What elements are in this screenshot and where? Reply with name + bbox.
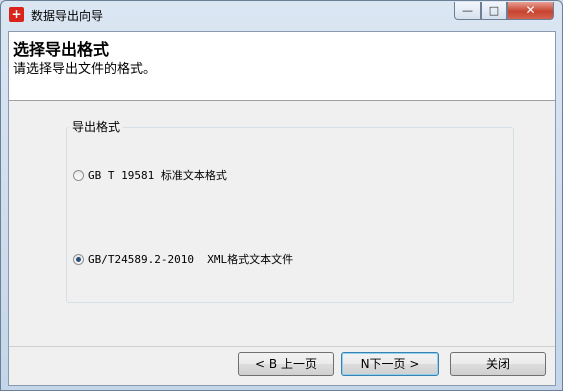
maximize-button[interactable]: □ <box>481 2 507 20</box>
back-button[interactable]: < B 上一页 <box>238 352 334 376</box>
format-option-gbt24589-xml[interactable]: GB/T24589.2-2010 XML格式文本文件 <box>73 251 293 267</box>
close-button[interactable]: 关闭 <box>450 352 546 376</box>
option-label: GB/T24589.2-2010 XML格式文本文件 <box>88 253 294 266</box>
footer-divider <box>9 346 555 347</box>
group-label: 导出格式 <box>69 118 124 135</box>
wizard-body: 选择导出格式 请选择导出文件的格式。 导出格式 GB T 19581 标准文本格… <box>8 31 556 386</box>
wizard-header: 选择导出格式 请选择导出文件的格式。 <box>9 32 555 101</box>
radio-button-checked[interactable] <box>73 253 84 265</box>
title-bar[interactable]: + 数据导出向导 — □ ✕ <box>1 1 562 29</box>
app-logo-icon: + <box>9 7 24 22</box>
format-option-gbt19581[interactable]: GB T 19581 标准文本格式 <box>73 167 227 183</box>
page-title: 选择导出格式 <box>13 40 110 59</box>
export-format-group <box>66 127 514 303</box>
page-subtitle: 请选择导出文件的格式。 <box>13 62 157 77</box>
window-title: 数据导出向导 <box>31 9 104 23</box>
export-wizard-window: + 数据导出向导 — □ ✕ 选择导出格式 请选择导出文件的格式。 导出格式 G… <box>0 0 563 391</box>
next-button[interactable]: N下一页 > <box>341 352 439 376</box>
option-label: GB T 19581 标准文本格式 <box>88 169 227 182</box>
close-window-button[interactable]: ✕ <box>507 2 554 20</box>
radio-button[interactable] <box>73 169 84 181</box>
minimize-button[interactable]: — <box>454 2 481 20</box>
